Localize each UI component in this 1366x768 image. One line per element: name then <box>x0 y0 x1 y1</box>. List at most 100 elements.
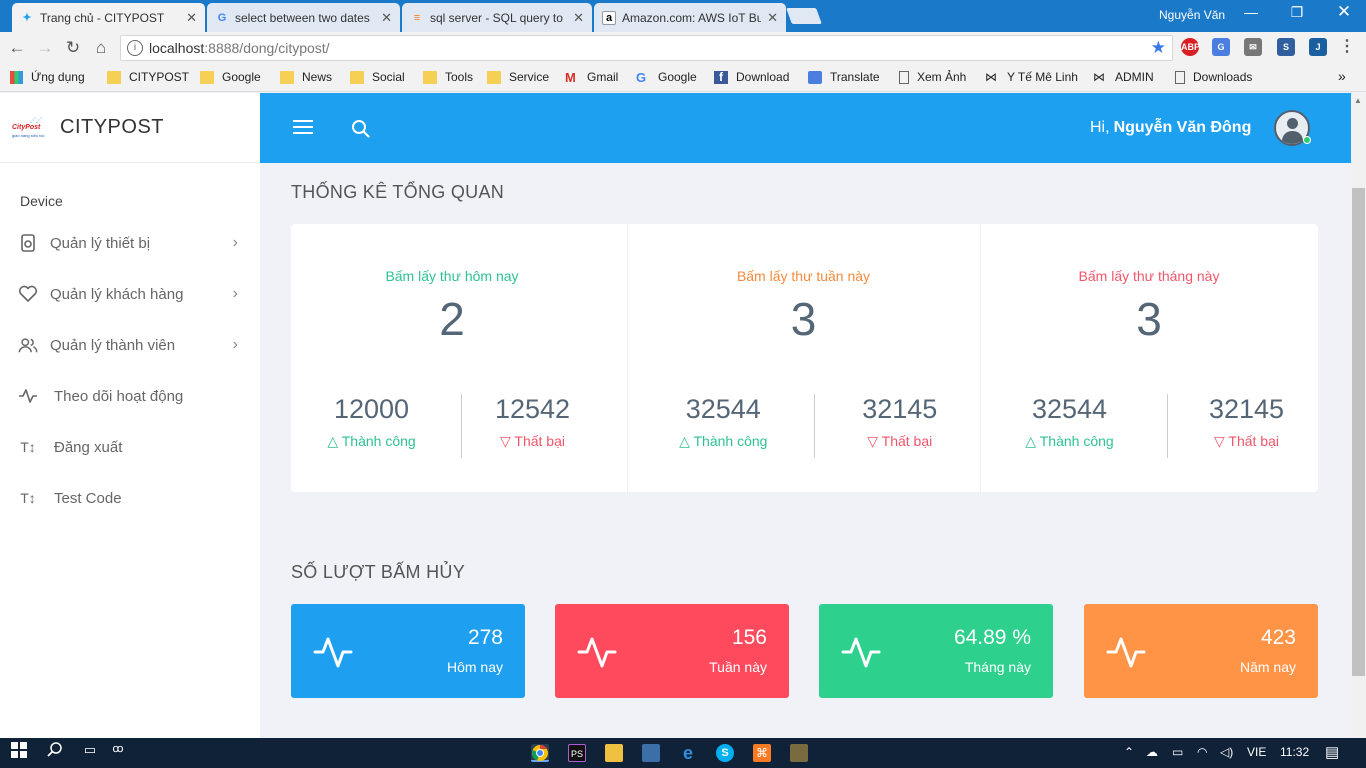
cancel-card-today[interactable]: 278 Hôm nay <box>291 604 525 698</box>
wifi-icon[interactable]: ◠ <box>1197 745 1207 759</box>
browser-menu-icon[interactable]: ⋮ <box>1338 38 1356 56</box>
sidebar-item-label: Quản lý thành viên <box>50 336 176 354</box>
stat-column-week: Bấm lấy thư tuần này 3 32544 △ Thành côn… <box>627 224 980 492</box>
close-tab-icon[interactable]: ✕ <box>573 10 584 26</box>
store-taskbar-icon[interactable] <box>642 744 660 762</box>
cancel-card-month[interactable]: 64.89 % Tháng này <box>819 604 1053 698</box>
stat-success: 32544 △ Thành công <box>679 394 768 449</box>
browser-tab[interactable]: ≡ sql server - SQL query to ✕ <box>402 3 592 32</box>
bookmark-folder[interactable]: Tools <box>423 70 473 84</box>
browser-profile-name[interactable]: Nguyễn Văn <box>1159 8 1225 22</box>
bookmark-folder[interactable]: Google <box>200 70 261 84</box>
bookmark-y-te[interactable]: ⋈ Y Tế Mê Linh <box>985 70 1078 84</box>
minimize-icon[interactable]: — <box>1236 4 1266 20</box>
users-icon <box>18 335 38 355</box>
search-icon[interactable] <box>45 742 65 764</box>
cancel-card-year[interactable]: 423 Năm nay <box>1084 604 1318 698</box>
sidebar: ⋰⋰ CityPost giao hàng siêu tốc CITYPOST … <box>0 93 260 738</box>
chevron-right-icon: › <box>232 234 238 251</box>
bookmarks-bar: Ứng dụng CITYPOST Google News Social Too… <box>0 64 1366 92</box>
bookmark-xem-anh[interactable]: Xem Ảnh <box>899 70 966 84</box>
bookmark-folder[interactable]: CITYPOST <box>107 70 189 84</box>
sidebar-item-test-code[interactable]: T↕ Test Code <box>18 483 248 513</box>
close-window-icon[interactable]: ✕ <box>1329 2 1359 22</box>
close-tab-icon[interactable]: ✕ <box>381 10 392 26</box>
triangle-down-icon: ▽ <box>499 433 511 449</box>
onedrive-icon[interactable]: ☁ <box>1146 745 1158 759</box>
page-scrollbar[interactable]: ▲ <box>1351 93 1366 738</box>
bookmark-folder[interactable]: Service <box>487 70 549 84</box>
xampp-taskbar-icon[interactable]: ⌘ <box>753 744 771 762</box>
sidebar-item-dang-xuat[interactable]: T↕ Đăng xuất <box>18 432 248 462</box>
stat-fail: 32145 ▽ Thất bại <box>1208 394 1285 449</box>
home-icon[interactable]: ⌂ <box>87 38 115 58</box>
forward-icon[interactable]: → <box>31 38 59 58</box>
hamburger-menu-icon[interactable] <box>293 120 313 134</box>
bookmark-download[interactable]: f Download <box>714 70 789 84</box>
mail-extension-icon[interactable]: ✉ <box>1244 38 1262 56</box>
input-language[interactable]: VIE <box>1247 745 1266 759</box>
bookmark-admin[interactable]: ⋈ ADMIN <box>1093 70 1154 84</box>
close-tab-icon[interactable]: ✕ <box>767 10 778 26</box>
triangle-up-icon: △ <box>1025 433 1037 449</box>
stat-column-today: Bấm lấy thư hôm nay 2 12000 △ Thành công… <box>291 224 613 492</box>
sidebar-item-label: Theo dõi hoạt động <box>54 387 184 405</box>
tool-taskbar-icon[interactable] <box>790 744 808 762</box>
url-path: :8888/dong/citypost/ <box>204 40 330 56</box>
text-size-icon: T↕ <box>20 490 36 506</box>
browser-tab[interactable]: a Amazon.com: AWS IoT Bu ✕ <box>594 3 786 32</box>
translate-extension-icon[interactable]: G <box>1212 38 1230 56</box>
volume-icon[interactable]: ◁) <box>1220 745 1233 759</box>
battery-icon[interactable]: ▭ <box>1172 745 1183 759</box>
scroll-up-icon[interactable]: ▲ <box>1354 96 1362 105</box>
bookmark-apps[interactable]: Ứng dụng <box>10 70 85 84</box>
chevron-right-icon: › <box>232 285 238 302</box>
browser-tab[interactable]: G select between two dates ✕ <box>207 3 400 32</box>
info-icon[interactable]: i <box>127 40 143 56</box>
file-explorer-taskbar-icon[interactable] <box>605 744 623 762</box>
bookmark-translate[interactable]: Translate <box>808 70 880 84</box>
new-tab-button[interactable] <box>786 8 822 24</box>
windows-taskbar: ▭ ꝏ PS e S ⌘ ⌃ ☁ ▭ ◠ ◁) VIE 11:32 ▤ <box>0 738 1366 768</box>
sidebar-item-quan-ly-thiet-bi[interactable]: Quản lý thiết bị › <box>18 228 248 258</box>
windows-start-icon[interactable] <box>10 742 28 764</box>
sidebar-item-quan-ly-khach-hang[interactable]: Quản lý khách hàng › <box>18 279 248 309</box>
folder-icon <box>423 70 437 84</box>
scrollbar-thumb[interactable] <box>1352 188 1365 676</box>
more-bookmarks-icon[interactable]: » <box>1338 68 1346 84</box>
url-input[interactable]: i localhost:8888/dong/citypost/ ★ <box>120 35 1173 61</box>
sync-extension-icon[interactable]: S <box>1277 38 1295 56</box>
phpstorm-taskbar-icon[interactable]: PS <box>568 744 586 762</box>
brand[interactable]: ⋰⋰ CityPost giao hàng siêu tốc CITYPOST <box>0 93 260 163</box>
bookmark-google[interactable]: G Google <box>636 70 697 84</box>
chrome-taskbar-icon[interactable] <box>531 744 549 762</box>
bookmark-star-icon[interactable]: ★ <box>1151 38 1166 58</box>
edge-taskbar-icon[interactable]: e <box>679 744 697 762</box>
bookmark-gmail[interactable]: M Gmail <box>565 70 618 84</box>
bookmark-downloads[interactable]: Downloads <box>1175 70 1252 84</box>
stat-label: Bấm lấy thư tuần này <box>736 268 871 284</box>
task-view-icon[interactable]: ▭ <box>80 742 100 764</box>
sidebar-item-theo-doi-hoat-dong[interactable]: Theo dõi hoạt động <box>18 381 248 411</box>
reload-icon[interactable]: ↻ <box>59 38 87 58</box>
jira-extension-icon[interactable]: J <box>1309 38 1327 56</box>
user-greeting[interactable]: Hi, Nguyễn Văn Đông <box>1090 119 1251 137</box>
sidebar-item-quan-ly-thanh-vien[interactable]: Quản lý thành viên › <box>18 330 248 360</box>
browser-tab-strip: ✦ Trang chủ - CITYPOST ✕ G select betwee… <box>0 0 1366 32</box>
card-label: Tuần này <box>709 659 767 675</box>
skype-taskbar-icon[interactable]: S <box>716 744 734 762</box>
cancel-card-week[interactable]: 156 Tuần này <box>555 604 789 698</box>
tray-expand-icon[interactable]: ⌃ <box>1124 745 1134 759</box>
sidebar-item-label: Test Code <box>54 489 122 507</box>
action-center-icon[interactable]: ▤ <box>1325 743 1339 761</box>
bookmark-folder[interactable]: News <box>280 70 332 84</box>
search-icon[interactable] <box>351 119 370 138</box>
browser-tab-active[interactable]: ✦ Trang chủ - CITYPOST ✕ <box>12 3 205 32</box>
adblock-plus-icon[interactable]: ABP <box>1181 38 1200 56</box>
clock[interactable]: 11:32 <box>1280 745 1309 759</box>
maximize-icon[interactable]: ❐ <box>1282 4 1312 21</box>
close-tab-icon[interactable]: ✕ <box>186 10 197 26</box>
back-icon[interactable]: ← <box>3 38 31 58</box>
pen-workspace-icon[interactable]: ꝏ <box>110 742 126 764</box>
bookmark-folder[interactable]: Social <box>350 70 405 84</box>
